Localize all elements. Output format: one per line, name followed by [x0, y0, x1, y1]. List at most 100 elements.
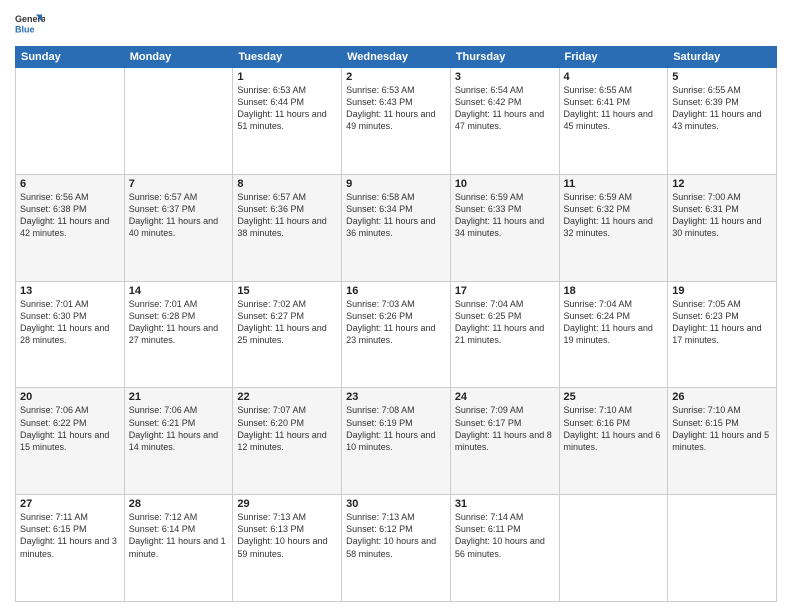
calendar-cell: 1Sunrise: 6:53 AM Sunset: 6:44 PM Daylig… — [233, 68, 342, 175]
day-info: Sunrise: 7:13 AM Sunset: 6:13 PM Dayligh… — [237, 511, 337, 560]
weekday-header-friday: Friday — [559, 47, 668, 68]
day-info: Sunrise: 7:10 AM Sunset: 6:16 PM Dayligh… — [564, 404, 664, 453]
day-number: 2 — [346, 71, 446, 83]
day-number: 3 — [455, 71, 555, 83]
day-number: 20 — [20, 391, 120, 403]
day-info: Sunrise: 7:04 AM Sunset: 6:25 PM Dayligh… — [455, 298, 555, 347]
day-info: Sunrise: 7:00 AM Sunset: 6:31 PM Dayligh… — [672, 191, 772, 240]
weekday-header-monday: Monday — [124, 47, 233, 68]
svg-text:Blue: Blue — [15, 25, 35, 35]
day-number: 26 — [672, 391, 772, 403]
calendar-cell: 2Sunrise: 6:53 AM Sunset: 6:43 PM Daylig… — [342, 68, 451, 175]
day-info: Sunrise: 7:09 AM Sunset: 6:17 PM Dayligh… — [455, 404, 555, 453]
day-number: 6 — [20, 178, 120, 190]
day-number: 17 — [455, 285, 555, 297]
day-info: Sunrise: 6:58 AM Sunset: 6:34 PM Dayligh… — [346, 191, 446, 240]
weekday-header-row: SundayMondayTuesdayWednesdayThursdayFrid… — [16, 47, 777, 68]
day-number: 21 — [129, 391, 229, 403]
calendar-cell: 7Sunrise: 6:57 AM Sunset: 6:37 PM Daylig… — [124, 174, 233, 281]
day-info: Sunrise: 7:02 AM Sunset: 6:27 PM Dayligh… — [237, 298, 337, 347]
day-info: Sunrise: 7:05 AM Sunset: 6:23 PM Dayligh… — [672, 298, 772, 347]
calendar-cell: 24Sunrise: 7:09 AM Sunset: 6:17 PM Dayli… — [450, 388, 559, 495]
calendar-cell: 12Sunrise: 7:00 AM Sunset: 6:31 PM Dayli… — [668, 174, 777, 281]
week-row-1: 6Sunrise: 6:56 AM Sunset: 6:38 PM Daylig… — [16, 174, 777, 281]
calendar-cell: 17Sunrise: 7:04 AM Sunset: 6:25 PM Dayli… — [450, 281, 559, 388]
day-info: Sunrise: 6:57 AM Sunset: 6:36 PM Dayligh… — [237, 191, 337, 240]
day-number: 23 — [346, 391, 446, 403]
day-number: 7 — [129, 178, 229, 190]
day-info: Sunrise: 6:55 AM Sunset: 6:39 PM Dayligh… — [672, 84, 772, 133]
calendar-cell: 5Sunrise: 6:55 AM Sunset: 6:39 PM Daylig… — [668, 68, 777, 175]
day-info: Sunrise: 7:13 AM Sunset: 6:12 PM Dayligh… — [346, 511, 446, 560]
calendar-cell: 22Sunrise: 7:07 AM Sunset: 6:20 PM Dayli… — [233, 388, 342, 495]
day-info: Sunrise: 7:11 AM Sunset: 6:15 PM Dayligh… — [20, 511, 120, 560]
calendar-cell: 21Sunrise: 7:06 AM Sunset: 6:21 PM Dayli… — [124, 388, 233, 495]
day-number: 14 — [129, 285, 229, 297]
day-number: 18 — [564, 285, 664, 297]
day-info: Sunrise: 6:55 AM Sunset: 6:41 PM Dayligh… — [564, 84, 664, 133]
calendar-cell: 10Sunrise: 6:59 AM Sunset: 6:33 PM Dayli… — [450, 174, 559, 281]
calendar-cell: 27Sunrise: 7:11 AM Sunset: 6:15 PM Dayli… — [16, 495, 125, 602]
week-row-0: 1Sunrise: 6:53 AM Sunset: 6:44 PM Daylig… — [16, 68, 777, 175]
calendar-cell: 15Sunrise: 7:02 AM Sunset: 6:27 PM Dayli… — [233, 281, 342, 388]
day-number: 16 — [346, 285, 446, 297]
day-info: Sunrise: 7:06 AM Sunset: 6:22 PM Dayligh… — [20, 404, 120, 453]
day-number: 11 — [564, 178, 664, 190]
calendar-cell — [16, 68, 125, 175]
calendar-cell — [559, 495, 668, 602]
day-info: Sunrise: 7:14 AM Sunset: 6:11 PM Dayligh… — [455, 511, 555, 560]
calendar-cell: 26Sunrise: 7:10 AM Sunset: 6:15 PM Dayli… — [668, 388, 777, 495]
day-info: Sunrise: 6:59 AM Sunset: 6:32 PM Dayligh… — [564, 191, 664, 240]
calendar-cell: 25Sunrise: 7:10 AM Sunset: 6:16 PM Dayli… — [559, 388, 668, 495]
day-number: 28 — [129, 498, 229, 510]
calendar-cell: 30Sunrise: 7:13 AM Sunset: 6:12 PM Dayli… — [342, 495, 451, 602]
weekday-header-sunday: Sunday — [16, 47, 125, 68]
calendar-cell: 8Sunrise: 6:57 AM Sunset: 6:36 PM Daylig… — [233, 174, 342, 281]
week-row-2: 13Sunrise: 7:01 AM Sunset: 6:30 PM Dayli… — [16, 281, 777, 388]
calendar-cell: 3Sunrise: 6:54 AM Sunset: 6:42 PM Daylig… — [450, 68, 559, 175]
day-info: Sunrise: 7:10 AM Sunset: 6:15 PM Dayligh… — [672, 404, 772, 453]
calendar-cell: 31Sunrise: 7:14 AM Sunset: 6:11 PM Dayli… — [450, 495, 559, 602]
day-number: 15 — [237, 285, 337, 297]
week-row-3: 20Sunrise: 7:06 AM Sunset: 6:22 PM Dayli… — [16, 388, 777, 495]
day-number: 22 — [237, 391, 337, 403]
calendar-cell: 19Sunrise: 7:05 AM Sunset: 6:23 PM Dayli… — [668, 281, 777, 388]
day-number: 5 — [672, 71, 772, 83]
week-row-4: 27Sunrise: 7:11 AM Sunset: 6:15 PM Dayli… — [16, 495, 777, 602]
day-number: 25 — [564, 391, 664, 403]
calendar-cell: 14Sunrise: 7:01 AM Sunset: 6:28 PM Dayli… — [124, 281, 233, 388]
header: GeneralBlue — [15, 10, 777, 40]
day-info: Sunrise: 7:01 AM Sunset: 6:30 PM Dayligh… — [20, 298, 120, 347]
day-number: 24 — [455, 391, 555, 403]
calendar-cell: 16Sunrise: 7:03 AM Sunset: 6:26 PM Dayli… — [342, 281, 451, 388]
day-info: Sunrise: 7:07 AM Sunset: 6:20 PM Dayligh… — [237, 404, 337, 453]
day-number: 31 — [455, 498, 555, 510]
day-info: Sunrise: 7:01 AM Sunset: 6:28 PM Dayligh… — [129, 298, 229, 347]
logo-icon: GeneralBlue — [15, 10, 45, 40]
weekday-header-wednesday: Wednesday — [342, 47, 451, 68]
day-info: Sunrise: 6:53 AM Sunset: 6:43 PM Dayligh… — [346, 84, 446, 133]
day-info: Sunrise: 7:06 AM Sunset: 6:21 PM Dayligh… — [129, 404, 229, 453]
calendar-cell: 6Sunrise: 6:56 AM Sunset: 6:38 PM Daylig… — [16, 174, 125, 281]
day-number: 19 — [672, 285, 772, 297]
calendar-cell: 11Sunrise: 6:59 AM Sunset: 6:32 PM Dayli… — [559, 174, 668, 281]
calendar-cell — [668, 495, 777, 602]
day-info: Sunrise: 6:59 AM Sunset: 6:33 PM Dayligh… — [455, 191, 555, 240]
weekday-header-tuesday: Tuesday — [233, 47, 342, 68]
day-number: 13 — [20, 285, 120, 297]
day-number: 27 — [20, 498, 120, 510]
logo: GeneralBlue — [15, 10, 45, 40]
day-info: Sunrise: 6:53 AM Sunset: 6:44 PM Dayligh… — [237, 84, 337, 133]
day-number: 1 — [237, 71, 337, 83]
day-info: Sunrise: 6:56 AM Sunset: 6:38 PM Dayligh… — [20, 191, 120, 240]
calendar-cell: 13Sunrise: 7:01 AM Sunset: 6:30 PM Dayli… — [16, 281, 125, 388]
day-info: Sunrise: 7:04 AM Sunset: 6:24 PM Dayligh… — [564, 298, 664, 347]
day-number: 8 — [237, 178, 337, 190]
day-number: 9 — [346, 178, 446, 190]
calendar-cell: 20Sunrise: 7:06 AM Sunset: 6:22 PM Dayli… — [16, 388, 125, 495]
calendar-cell: 28Sunrise: 7:12 AM Sunset: 6:14 PM Dayli… — [124, 495, 233, 602]
calendar-cell: 4Sunrise: 6:55 AM Sunset: 6:41 PM Daylig… — [559, 68, 668, 175]
day-info: Sunrise: 7:12 AM Sunset: 6:14 PM Dayligh… — [129, 511, 229, 560]
calendar: SundayMondayTuesdayWednesdayThursdayFrid… — [15, 46, 777, 602]
day-number: 12 — [672, 178, 772, 190]
